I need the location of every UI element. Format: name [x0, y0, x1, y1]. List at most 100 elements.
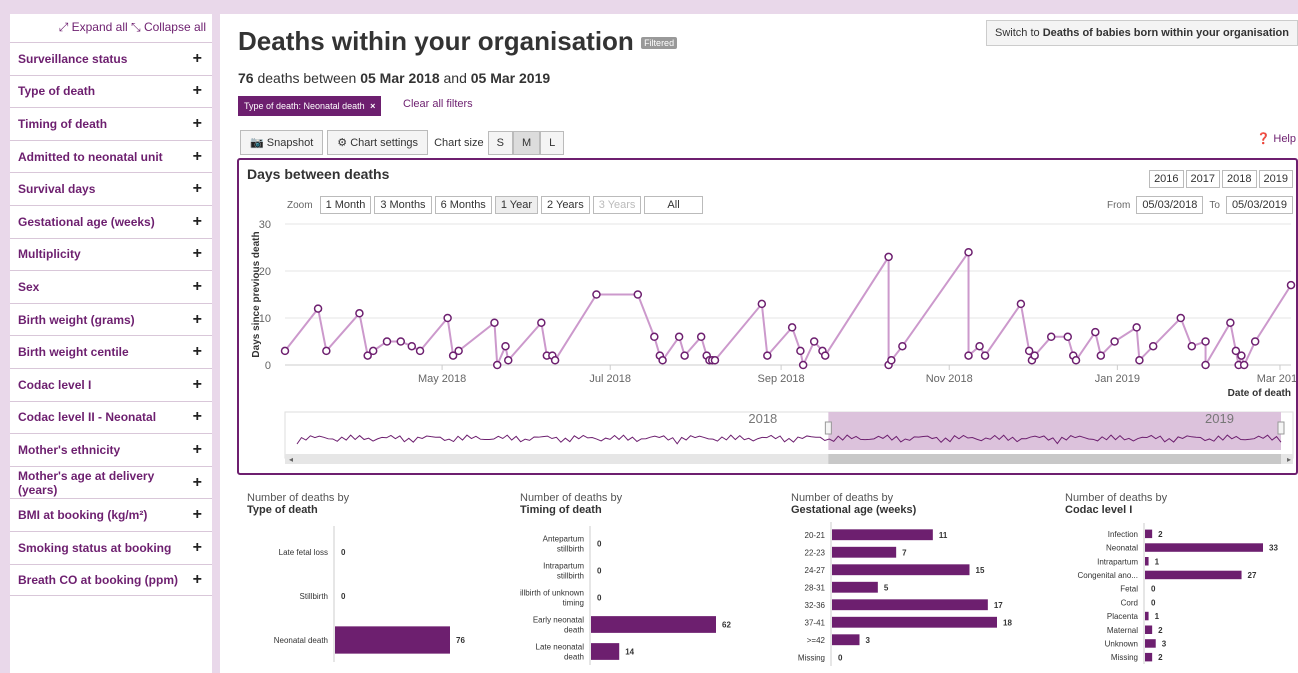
help-label: Help: [1273, 133, 1296, 145]
collapse-all-link[interactable]: ⤡ Collapse all: [131, 20, 206, 34]
data-label: 3: [1162, 639, 1167, 648]
sidebar-filter-item[interactable]: Codac level I +: [10, 367, 212, 401]
data-point: [964, 247, 973, 257]
size-l-button[interactable]: L: [540, 130, 565, 155]
sidebar-filter-item[interactable]: Sex +: [10, 270, 212, 303]
snapshot-button[interactable]: 📷 Snapshot: [240, 130, 324, 155]
y-axis-label: Days since previous death: [251, 231, 262, 357]
expand-plus-icon[interactable]: +: [193, 343, 202, 361]
help-link[interactable]: ❓ Help: [1257, 132, 1296, 145]
category-label: 32-36: [805, 601, 826, 610]
zoom-3-months[interactable]: 3 Months: [374, 196, 432, 214]
year-button-2017[interactable]: 2017: [1185, 170, 1221, 188]
expand-plus-icon[interactable]: +: [193, 376, 202, 394]
year-button-2018[interactable]: 2018: [1222, 170, 1257, 188]
data-label: 33: [1269, 544, 1278, 553]
from-date-input[interactable]: 05/03/2018: [1136, 196, 1204, 214]
data-label: 0: [597, 567, 602, 576]
sidebar-filter-item[interactable]: Smoking status at booking +: [10, 530, 212, 564]
sidebar-filter-item[interactable]: Admitted to neonatal unit +: [10, 139, 212, 173]
expand-plus-icon[interactable]: +: [193, 506, 202, 524]
sidebar-filter-item[interactable]: Breath CO at booking (ppm) +: [10, 563, 212, 597]
switch-prefix: Switch to: [995, 27, 1043, 39]
expand-plus-icon[interactable]: +: [193, 474, 202, 492]
sidebar-filter-item[interactable]: Gestational age (weeks) +: [10, 204, 212, 238]
expand-plus-icon[interactable]: +: [193, 82, 202, 100]
data-point: [980, 351, 990, 360]
year-button-2019[interactable]: 2019: [1258, 170, 1293, 188]
sidebar-filter-item[interactable]: Codac level II - Neonatal +: [10, 400, 212, 434]
category-label: Congenital ano...: [1078, 571, 1139, 580]
sidebar-filter-label: Smoking status at booking: [18, 540, 172, 555]
x-tick-label: Jul 2018: [589, 373, 631, 385]
category-label: >=42: [807, 636, 826, 645]
bar: [832, 564, 970, 576]
expand-plus-icon[interactable]: +: [193, 50, 202, 68]
expand-plus-icon[interactable]: +: [193, 571, 202, 589]
expand-plus-icon[interactable]: +: [193, 213, 202, 231]
expand-plus-icon[interactable]: +: [193, 278, 202, 296]
sidebar-filter-item[interactable]: Surveillance status +: [10, 42, 212, 75]
sidebar-filter-label: Surveillance status: [18, 51, 128, 66]
switch-view-button[interactable]: Switch to Deaths of babies born within y…: [986, 20, 1298, 46]
sidebar-filter-item[interactable]: BMI at booking (kg/m²) +: [10, 498, 212, 531]
type-of-death-chart: Number of deaths by Type of death 0 Late …: [247, 492, 507, 673]
clear-all-filters-link[interactable]: Clear all filters: [403, 98, 473, 110]
chart-settings-button[interactable]: ⚙ Chart settings: [327, 130, 429, 155]
expand-plus-icon[interactable]: +: [193, 180, 202, 198]
zoom-2-years[interactable]: 2 Years: [541, 196, 590, 214]
scroll-right-arrow-icon: ▸: [1287, 455, 1291, 464]
expand-plus-icon[interactable]: +: [193, 245, 202, 263]
sidebar-filter-label: Birth weight centile: [18, 345, 129, 360]
zoom-6-months[interactable]: 6 Months: [434, 196, 492, 214]
data-label: 27: [1248, 571, 1257, 580]
size-m-button[interactable]: M: [512, 130, 541, 155]
bar: [1145, 570, 1242, 580]
expand-plus-icon[interactable]: +: [193, 311, 202, 329]
expand-plus-icon[interactable]: +: [193, 408, 202, 426]
timing-of-death-svg: 0Antepartumstillbirth0Intrapartumstillbi…: [520, 526, 731, 665]
sidebar-filter-item[interactable]: Timing of death +: [10, 107, 212, 140]
zoom-1-month[interactable]: 1 Month: [319, 196, 372, 214]
data-label: 0: [341, 592, 346, 601]
sidebar-filter-item[interactable]: Birth weight centile +: [10, 335, 212, 368]
year-button-2016[interactable]: 2016: [1149, 170, 1184, 188]
expand-all-link[interactable]: ⤢ Expand all: [59, 20, 128, 34]
zoom-all[interactable]: All: [644, 196, 703, 214]
expand-plus-icon[interactable]: +: [193, 539, 202, 557]
expand-plus-icon[interactable]: +: [193, 441, 202, 459]
remove-filter-icon[interactable]: ×: [370, 101, 375, 111]
sidebar-filter-list: Surveillance status + Type of death + Timing…: [10, 42, 212, 597]
data-point: [501, 341, 510, 351]
data-label: 0: [597, 540, 602, 549]
data-label: 0: [597, 594, 602, 603]
active-filter-chip[interactable]: Type of death: Neonatal death ×: [238, 96, 382, 116]
category-label: stillbirth: [557, 572, 584, 581]
sidebar-filter-item[interactable]: Birth weight (grams) +: [10, 302, 212, 336]
sidebar-filter-item[interactable]: Type of death +: [10, 74, 212, 108]
data-point: [550, 356, 560, 365]
chart-heading: Number of deaths by: [791, 492, 894, 504]
sidebar-filter-item[interactable]: Mother's age at delivery (years) +: [10, 465, 212, 499]
data-point: [454, 346, 463, 356]
sidebar-filter-item[interactable]: Mother's ethnicity +: [10, 433, 212, 466]
data-point: [415, 346, 425, 356]
sidebar-filter-item[interactable]: Multiplicity +: [10, 237, 212, 271]
data-point: [355, 309, 364, 318]
expand-plus-icon[interactable]: +: [193, 115, 202, 133]
sidebar-filter-item[interactable]: Survival days +: [10, 172, 212, 205]
category-label: 20-21: [805, 531, 826, 540]
chart-size-label: Chart size: [434, 136, 484, 149]
scroll-left-arrow-icon: ◂: [289, 455, 293, 464]
category-label: 22-23: [805, 548, 826, 557]
data-point: [1226, 318, 1235, 327]
data-point: [710, 356, 720, 365]
data-point: [763, 351, 772, 360]
expand-plus-icon[interactable]: +: [193, 148, 202, 166]
to-date-input[interactable]: 05/03/2019: [1225, 196, 1293, 214]
category-label: Neonatal death: [274, 636, 328, 645]
size-s-button[interactable]: S: [487, 130, 513, 155]
zoom-1-year[interactable]: 1 Year: [494, 196, 539, 214]
app-root: ⤢ Expand all ⤡ Collapse all Surveillance…: [0, 0, 1298, 673]
category-label: Placenta: [1107, 612, 1139, 621]
